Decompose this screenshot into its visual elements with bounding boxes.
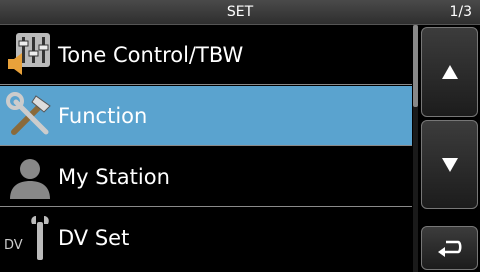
return-arrow-icon (437, 240, 461, 257)
page-title: SET (226, 4, 254, 20)
tone-control-icon (8, 33, 50, 75)
down-arrow-icon (441, 157, 458, 172)
scrollbar[interactable] (413, 25, 418, 272)
scroll-down-button[interactable] (421, 120, 478, 209)
back-button[interactable] (421, 226, 478, 270)
menu-item-label: Tone Control/TBW (58, 43, 244, 67)
menu-item-label: Function (58, 104, 148, 128)
person-icon (10, 159, 50, 199)
page-indicator: 1/3 (449, 4, 472, 20)
menu-item-label: DV Set (58, 226, 130, 250)
menu-item-dv-set[interactable]: DV DV Set (0, 208, 412, 268)
menu-item-tone-control[interactable]: Tone Control/TBW (0, 25, 412, 85)
menu-item-my-station[interactable]: My Station (0, 147, 412, 207)
menu-item-label: My Station (58, 165, 170, 189)
menu-list: Tone Control/TBW Function My Station DV … (0, 25, 412, 272)
scroll-up-button[interactable] (421, 27, 478, 117)
tools-icon (6, 92, 51, 135)
menu-item-function[interactable]: Function (0, 86, 412, 146)
scrollbar-thumb[interactable] (413, 25, 418, 107)
up-arrow-icon (441, 65, 458, 79)
title-bar: SET 1/3 (0, 0, 480, 25)
dv-wrench-icon (31, 216, 49, 260)
